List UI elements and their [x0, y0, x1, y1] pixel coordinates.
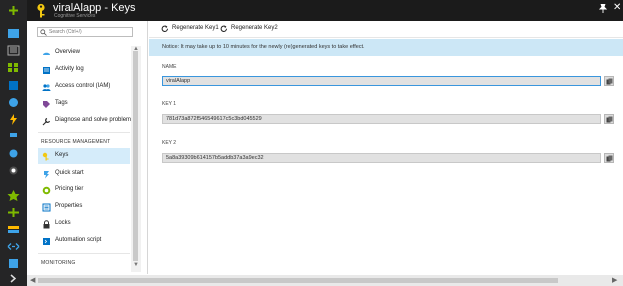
name-label: NAME	[162, 64, 177, 70]
key2-label: KEY 2	[162, 140, 177, 146]
key-icon	[42, 152, 49, 161]
menu-item-label: Pricing tier	[55, 186, 84, 192]
quick-start-icon	[44, 171, 49, 179]
search-icon	[40, 29, 47, 36]
name-value: viralAlapp	[166, 78, 191, 84]
activity-log-icon	[43, 67, 50, 74]
key2-field[interactable]: 5a8a39309b614157b5addb37a3a9ec32	[162, 153, 601, 163]
menu-item-quick-start[interactable]: Quick start	[38, 166, 130, 182]
menu-item-overview[interactable]: Overview	[38, 45, 130, 61]
storage-icon[interactable]	[7, 224, 20, 235]
menu-item-activity-log[interactable]: Activity log	[38, 62, 130, 78]
menu-item-label: Activity log	[55, 66, 84, 72]
resource-groups-icon[interactable]	[7, 62, 20, 73]
regenerate-key2-button[interactable]: Regenerate Key2	[220, 24, 290, 35]
menu-item-label: Keys	[55, 152, 69, 158]
menu-item-properties[interactable]: Properties	[38, 199, 130, 215]
command-bar: Regenerate Key1 Regenerate Key2	[149, 21, 623, 38]
more-services-icon[interactable]	[7, 273, 20, 284]
key2-value: 5a8a39309b614157b5addb37a3a9ec32	[166, 155, 264, 161]
notice-text: Notice: It may take up to 10 minutes for…	[162, 44, 365, 50]
copy-key2-button[interactable]	[604, 153, 614, 163]
scroll-thumb[interactable]	[133, 51, 138, 261]
copy-icon	[606, 78, 613, 85]
key1-field[interactable]: 781d73a872f546549617c5c3bd045529	[162, 114, 601, 124]
overview-icon	[43, 52, 50, 55]
menu-item-keys[interactable]: Keys	[38, 148, 130, 164]
name-field[interactable]: viralAlapp	[162, 76, 601, 86]
network-icon[interactable]	[7, 241, 20, 252]
search-input[interactable]: Search (Ctrl+/)	[37, 27, 133, 37]
menu-item-label: Quick start	[55, 170, 84, 176]
functions-icon[interactable]	[7, 131, 20, 142]
menu-scrollbar[interactable]: ▲ ▼	[131, 46, 141, 272]
menu-divider	[38, 132, 130, 133]
new-icon[interactable]	[7, 5, 20, 16]
refresh-icon	[220, 25, 227, 32]
regenerate-key2-label: Regenerate Key2	[231, 25, 278, 31]
menu-item-label: Diagnose and solve problems	[55, 117, 135, 123]
notice-banner: Notice: It may take up to 10 minutes for…	[149, 39, 623, 56]
automation-icon	[43, 238, 50, 245]
menu-divider	[38, 253, 130, 254]
refresh-icon	[161, 25, 168, 32]
copy-name-button[interactable]	[604, 76, 614, 86]
copy-icon	[606, 116, 613, 123]
menu-item-locks[interactable]: Locks	[38, 216, 130, 232]
sql-icon[interactable]	[7, 148, 20, 159]
menu-item-access-control[interactable]: Access control (IAM)	[38, 79, 130, 95]
advisor-icon[interactable]	[7, 258, 20, 269]
resource-type-subtitle: Cognitive Services	[54, 13, 96, 19]
key-icon	[37, 3, 45, 18]
cosmos-icon[interactable]	[7, 165, 20, 176]
menu-item-label: Properties	[55, 203, 83, 209]
copy-key1-button[interactable]	[604, 114, 614, 124]
blade-header: viralAlapp - Keys Cognitive Services ✕	[27, 0, 623, 21]
scroll-down-icon[interactable]: ▼	[133, 262, 139, 268]
key1-label: KEY 1	[162, 101, 177, 107]
pin-icon[interactable]	[599, 4, 607, 13]
search-placeholder: Search (Ctrl+/)	[49, 29, 82, 35]
dashboard-icon[interactable]	[7, 45, 20, 56]
properties-icon	[42, 203, 51, 212]
pricing-icon	[42, 186, 51, 195]
menu-item-label: Overview	[55, 49, 81, 55]
copy-icon	[606, 155, 613, 162]
menu-item-pricing-tier[interactable]: Pricing tier	[38, 182, 130, 198]
menu-item-diagnose[interactable]: Diagnose and solve problems	[38, 113, 134, 129]
close-icon[interactable]: ✕	[613, 2, 621, 14]
menu-icon[interactable]	[7, 28, 20, 39]
recent-icon[interactable]	[7, 97, 20, 108]
wrench-icon	[42, 117, 51, 126]
menu-item-automation-script[interactable]: Automation script	[38, 233, 130, 249]
menu-item-label: Access control (IAM)	[55, 83, 111, 89]
all-resources-icon[interactable]	[7, 80, 20, 91]
menu-item-label: Locks	[55, 220, 71, 226]
keys-content: Regenerate Key1 Regenerate Key2 Notice: …	[149, 21, 623, 274]
lock-icon	[43, 220, 50, 229]
section-header-resource-management: RESOURCE MANAGEMENT	[41, 139, 111, 145]
load-balancer-icon[interactable]	[7, 207, 20, 218]
key1-value: 781d73a872f546549617c5c3bd045529	[166, 116, 262, 122]
menu-item-label: Tags	[55, 100, 68, 106]
scroll-left-icon[interactable]: ◀	[30, 276, 35, 284]
app-services-icon[interactable]	[7, 114, 20, 125]
menu-item-label: Automation script	[55, 237, 102, 243]
virtual-machines-icon[interactable]	[7, 190, 20, 201]
menu-item-tags[interactable]: Tags	[38, 96, 130, 112]
regenerate-key1-label: Regenerate Key1	[172, 25, 219, 31]
horizontal-scroll-thumb[interactable]	[38, 278, 558, 283]
section-header-monitoring: MONITORING	[41, 260, 76, 266]
left-nav-rail	[0, 0, 27, 286]
scroll-right-icon[interactable]: ▶	[612, 276, 617, 284]
horizontal-scrollbar[interactable]: ◀ ▶	[27, 275, 623, 286]
access-control-icon	[42, 84, 51, 91]
tag-icon	[43, 101, 50, 108]
